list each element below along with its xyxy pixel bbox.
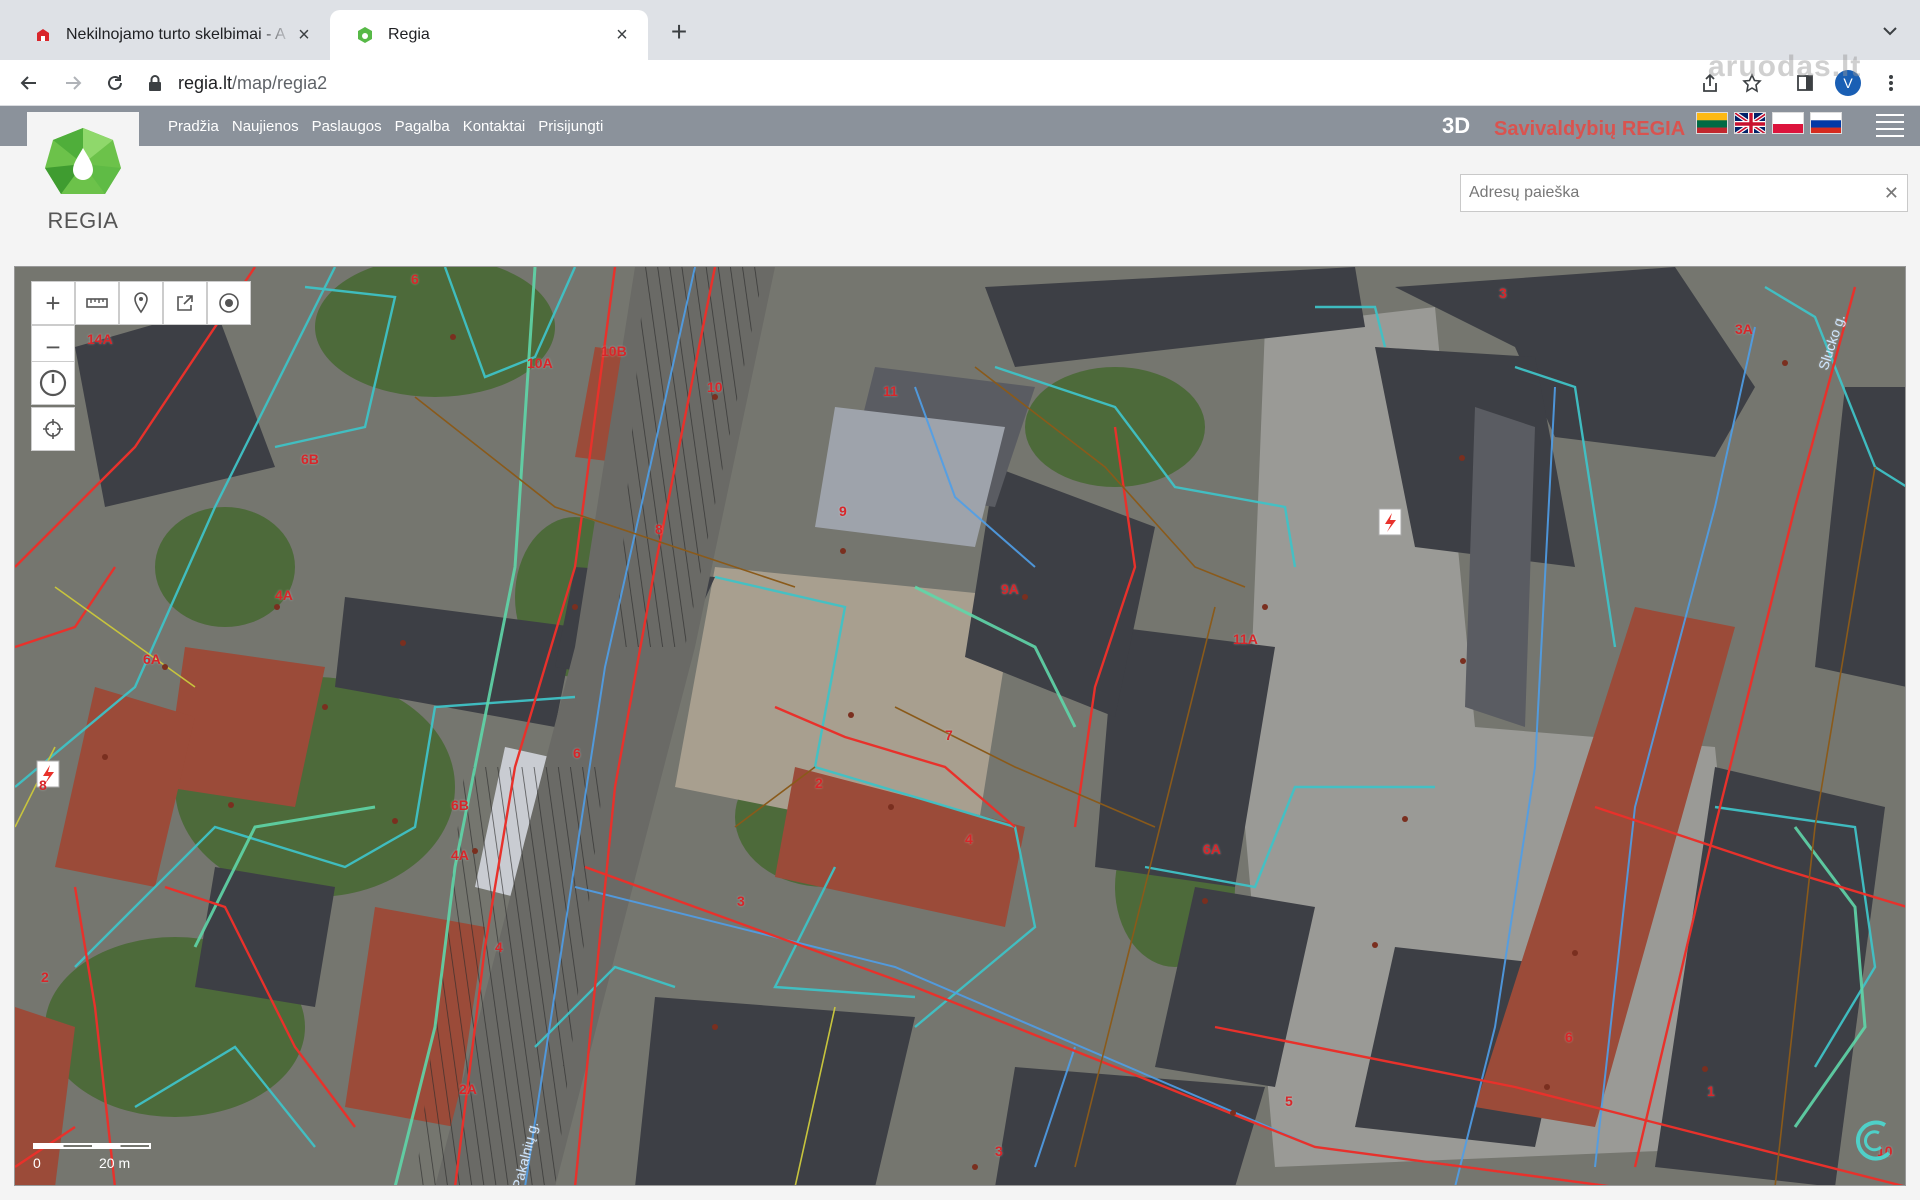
building-label: 6 — [1565, 1029, 1573, 1045]
map-pin-icon — [134, 292, 148, 314]
nav-services[interactable]: Paslaugos — [312, 118, 382, 135]
regia-favicon-icon — [356, 26, 374, 44]
building-label: 6 — [411, 271, 419, 287]
arrow-left-icon — [20, 76, 36, 90]
compass-icon — [39, 369, 67, 397]
lock-icon — [149, 75, 161, 91]
ruler-icon — [86, 298, 108, 308]
reload-icon — [108, 75, 122, 90]
building-label: 6 — [573, 745, 581, 761]
nav-news[interactable]: Naujienos — [232, 118, 299, 135]
reload-button[interactable] — [100, 68, 130, 98]
tab-aruodas[interactable]: Nekilnojamo turto skelbimai - A × — [8, 10, 330, 60]
flag-gb-icon[interactable] — [1734, 112, 1766, 134]
building-label: 5 — [1285, 1093, 1293, 1109]
building-label: 14A — [87, 331, 113, 347]
clear-search-icon[interactable]: ✕ — [1884, 183, 1899, 204]
regia-logo-icon — [45, 128, 121, 194]
aruodas-watermark: aruodas.lt — [1708, 50, 1862, 83]
address-search-input[interactable] — [1461, 175, 1861, 211]
logo-text: REGIA — [47, 208, 119, 233]
aruodas-favicon-icon — [34, 26, 52, 44]
flag-ru-icon[interactable] — [1810, 112, 1842, 134]
building-label: 6A — [1203, 841, 1221, 857]
building-label: 3 — [737, 893, 745, 909]
language-flags — [1696, 112, 1848, 134]
place-marker-button[interactable] — [119, 281, 163, 325]
building-label: 3 — [995, 1143, 1003, 1159]
scale-end-label: 20 m — [99, 1155, 131, 1171]
browser-toolbar: regia.lt/map/regia2 V — [0, 60, 1920, 106]
address-bar[interactable]: regia.lt/map/regia2 — [146, 66, 1766, 100]
building-label: 6A — [143, 651, 161, 667]
site-nav: Pradžia Naujienos Paslaugos Pagalba Kont… — [168, 106, 616, 146]
arrow-right-icon — [66, 76, 82, 90]
building-label: 11 — [883, 383, 898, 399]
new-tab-button[interactable]: + — [664, 18, 694, 48]
layers-target-button[interactable] — [207, 281, 251, 325]
building-label: 8 — [39, 777, 47, 793]
orthophoto-map — [15, 267, 1905, 1185]
building-label: 4A — [275, 587, 293, 603]
3d-mode-button[interactable]: 3D — [1442, 113, 1470, 139]
tab-close-icon[interactable]: × — [292, 24, 316, 47]
browser-menu-button[interactable] — [1876, 68, 1906, 98]
hamburger-menu-icon[interactable] — [1876, 114, 1904, 138]
building-label: 10 — [707, 379, 723, 395]
nav-home[interactable]: Pradžia — [168, 118, 219, 135]
address-search: ✕ — [1460, 174, 1908, 212]
building-label: 1 — [1707, 1083, 1715, 1099]
building-label: 2 — [41, 969, 49, 985]
scale-bar-graphic — [33, 1143, 151, 1149]
building-label: 6B — [301, 451, 319, 467]
building-label: 2A — [459, 1081, 477, 1097]
browser-tab-strip: Nekilnojamo turto skelbimai - A × Regia … — [0, 0, 1920, 60]
regia-map-logo-icon — [1851, 1117, 1895, 1165]
forward-button[interactable] — [58, 68, 88, 98]
tab-search-chevron-icon[interactable] — [1882, 20, 1898, 41]
map-scale-bar: 0 20 m — [33, 1143, 173, 1173]
building-label: 2 — [815, 775, 823, 791]
flag-lt-icon[interactable] — [1696, 112, 1728, 134]
regia-logo[interactable]: REGIA — [27, 112, 139, 252]
measure-button[interactable] — [75, 281, 119, 325]
building-label: 4 — [965, 831, 973, 847]
nav-login[interactable]: Prisijungti — [538, 118, 603, 135]
municipal-regia-link[interactable]: Savivaldybių REGIA — [1494, 118, 1685, 141]
locate-me-button[interactable] — [31, 407, 75, 451]
building-label: 6B — [451, 797, 469, 813]
url-path: /map/regia2 — [232, 72, 328, 93]
scale-start-label: 0 — [33, 1155, 41, 1171]
share-map-button[interactable] — [163, 281, 207, 325]
building-label: 3 — [1499, 285, 1507, 301]
tab-regia[interactable]: Regia × — [330, 10, 648, 60]
building-label: 4A — [451, 847, 469, 863]
building-label: 9 — [839, 503, 847, 519]
zoom-in-button[interactable]: + — [31, 281, 75, 325]
share-external-icon — [177, 295, 193, 311]
building-label: 11A — [1233, 631, 1258, 647]
tab-title: Regia — [388, 26, 430, 43]
building-label: 10B — [601, 343, 627, 359]
map-viewport[interactable]: 6 14A 10A 10B 10 11 3 3A 6B 8 9 9A 4A 6A… — [14, 266, 1906, 1186]
nav-contacts[interactable]: Kontaktai — [463, 118, 526, 135]
url-host: regia.lt — [178, 72, 233, 93]
rotation-button[interactable] — [31, 361, 75, 405]
building-label: 4 — [495, 939, 503, 955]
nav-help[interactable]: Pagalba — [395, 118, 450, 135]
flag-pl-icon[interactable] — [1772, 112, 1804, 134]
tab-title: Nekilnojamo turto skelbimai - A — [66, 26, 286, 43]
kebab-menu-icon — [1889, 75, 1893, 91]
building-label: 9A — [1001, 581, 1019, 597]
building-label: 8 — [655, 521, 663, 537]
building-label: 7 — [945, 727, 953, 743]
building-label: 10A — [527, 355, 553, 371]
tab-close-icon[interactable]: × — [610, 24, 634, 47]
crosshair-icon — [43, 419, 63, 439]
radio-target-icon — [219, 293, 239, 313]
building-label: 3A — [1735, 321, 1753, 337]
back-button[interactable] — [14, 68, 44, 98]
